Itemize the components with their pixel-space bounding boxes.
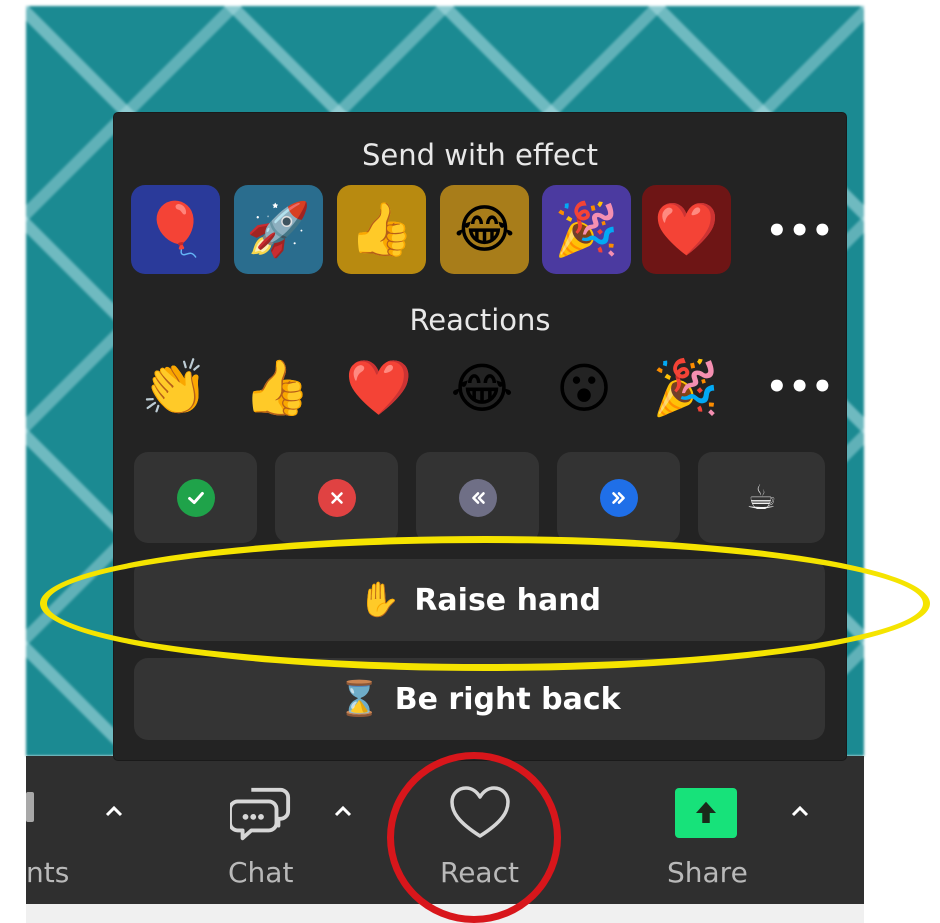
fast-forward-icon: [599, 478, 638, 517]
feedback-speed-up-button[interactable]: [557, 452, 680, 543]
thumbs-up-icon: 👍: [349, 200, 414, 260]
coffee-icon: ☕: [746, 477, 777, 518]
feedback-coffee-button[interactable]: ☕: [698, 452, 825, 543]
reaction-clap-button[interactable]: 👏: [140, 353, 210, 423]
effect-party-button[interactable]: 🎉: [542, 185, 631, 274]
chevron-up-icon: [791, 805, 809, 817]
effect-heart-button[interactable]: ❤️: [642, 185, 731, 274]
chat-button[interactable]: Chat: [222, 756, 306, 904]
chat-label: Chat: [228, 856, 294, 889]
check-icon: [176, 478, 215, 517]
hourglass-icon: ⌛: [338, 679, 381, 719]
close-icon: [317, 478, 356, 517]
party-popper-icon: 🎉: [652, 356, 720, 419]
participants-icon-fragment: [26, 792, 34, 822]
arrow-up-icon: [696, 801, 716, 823]
chevron-up-icon: [334, 805, 352, 817]
laughing-face-icon: 😂: [454, 199, 515, 260]
more-effects-button[interactable]: •••: [766, 211, 834, 251]
effect-balloon-button[interactable]: 🎈: [131, 185, 220, 274]
chevron-up-icon: [105, 805, 123, 817]
participants-button-label[interactable]: nts: [26, 856, 69, 889]
reaction-surprised-button[interactable]: 😮: [549, 353, 619, 423]
effects-section-title: Send with effect: [362, 138, 598, 172]
highlight-ellipse-annotation: [40, 536, 930, 671]
share-screen-icon: [675, 788, 737, 838]
tears-of-joy-icon: 😂: [450, 356, 514, 420]
chat-caret-button[interactable]: [331, 800, 355, 824]
surprised-face-icon: 😮: [555, 356, 613, 420]
balloon-icon: 🎈: [143, 200, 208, 260]
party-popper-icon: 🎉: [554, 200, 619, 260]
rewind-icon: [458, 478, 497, 517]
feedback-yes-button[interactable]: [134, 452, 257, 543]
heart-icon: ❤️: [345, 356, 413, 419]
heart-icon: ❤️: [654, 200, 719, 260]
chat-icon: [230, 787, 291, 841]
share-caret-button[interactable]: [788, 800, 812, 824]
reaction-party-button[interactable]: 🎉: [651, 353, 721, 423]
share-label: Share: [667, 856, 748, 889]
reaction-heart-button[interactable]: ❤️: [344, 353, 414, 423]
thumbs-up-icon: 👍: [243, 356, 311, 419]
be-right-back-label: Be right back: [394, 681, 621, 717]
feedback-no-button[interactable]: [275, 452, 398, 543]
rocket-icon: 🚀: [246, 200, 311, 260]
reaction-thumbs-up-button[interactable]: 👍: [242, 353, 312, 423]
reactions-section-title: Reactions: [409, 303, 551, 337]
more-reactions-button[interactable]: •••: [766, 367, 834, 407]
effect-thumbs-up-button[interactable]: 👍: [337, 185, 426, 274]
feedback-slow-down-button[interactable]: [416, 452, 539, 543]
participants-caret-button[interactable]: [102, 800, 126, 824]
screenshot: nts Chat React Share Send with effect 🎈 …: [0, 0, 940, 923]
highlight-circle-annotation: [387, 752, 561, 923]
effect-rocket-button[interactable]: 🚀: [234, 185, 323, 274]
effect-laughing-button[interactable]: 😂: [440, 185, 529, 274]
reaction-tears-of-joy-button[interactable]: 😂: [447, 353, 517, 423]
share-button[interactable]: Share: [662, 756, 752, 904]
clapping-hands-icon: 👏: [141, 356, 209, 419]
